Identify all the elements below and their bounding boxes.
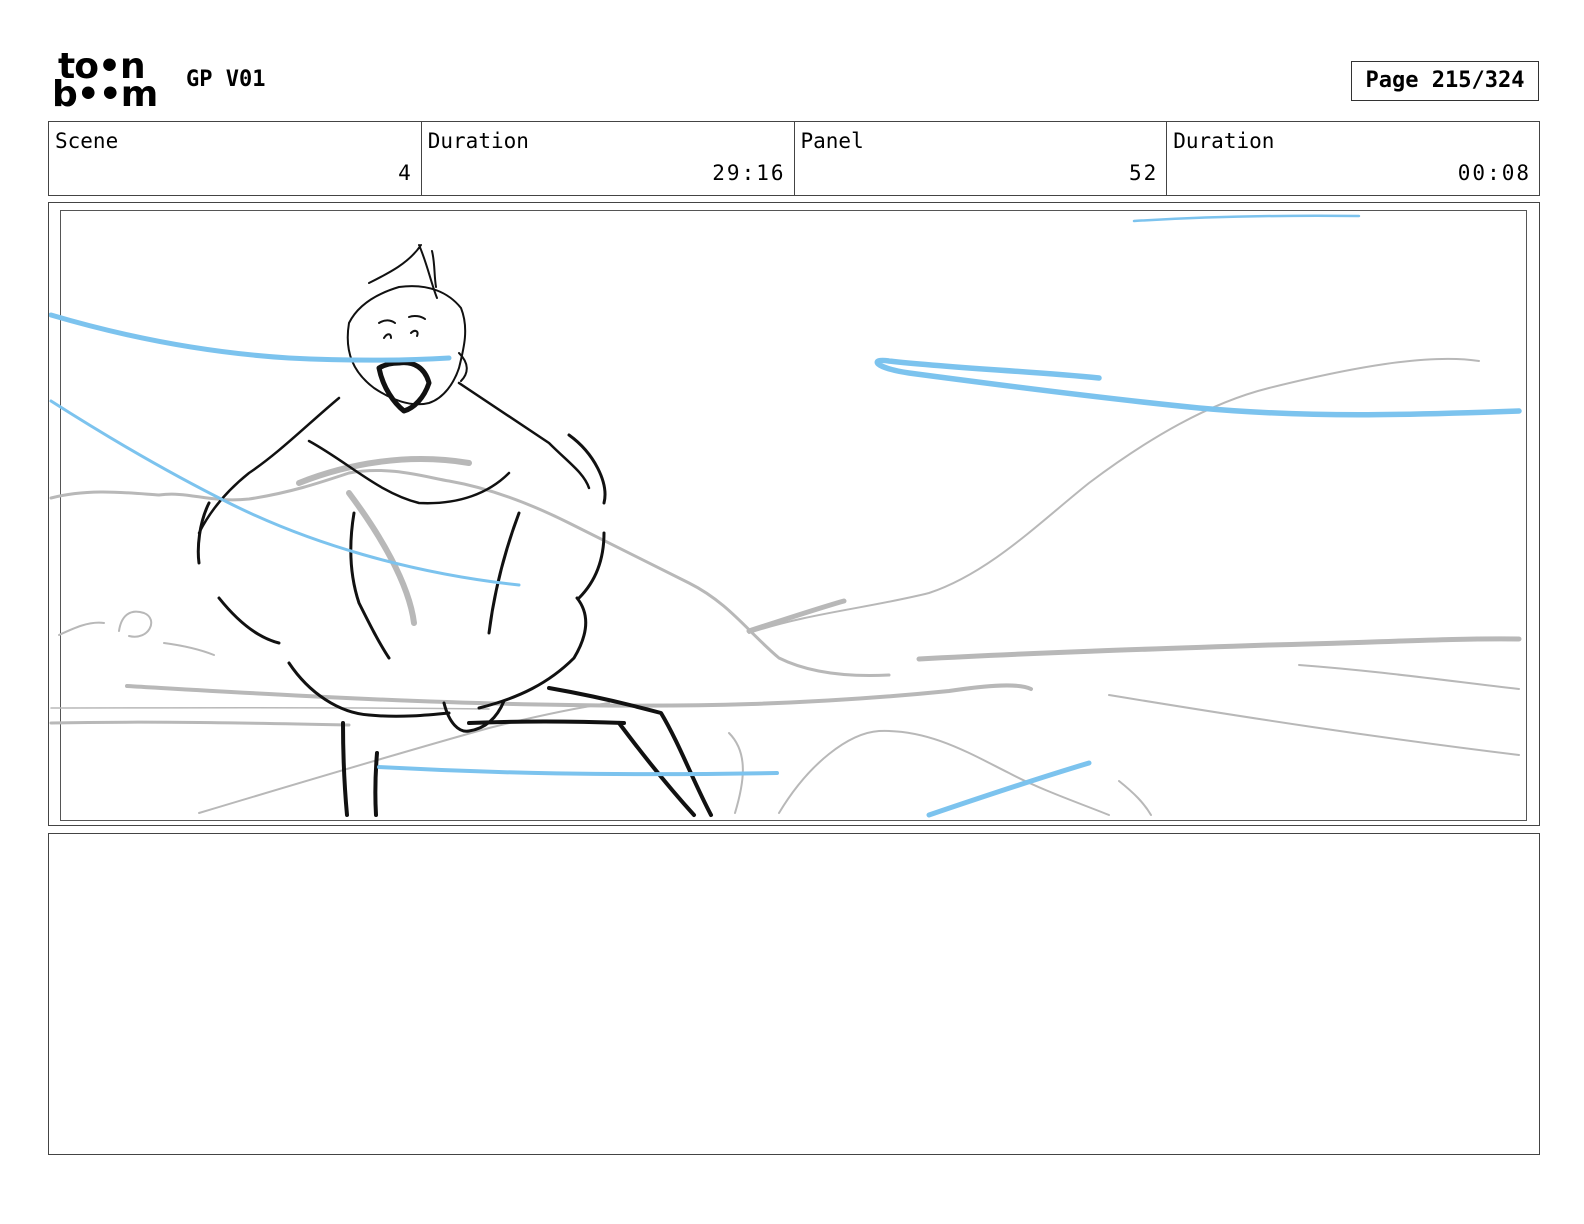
scene-duration-value: 29:16 (712, 161, 786, 185)
panel-value: 52 (1128, 161, 1159, 185)
wind-line-left (49, 312, 452, 363)
panel-label: Panel (800, 129, 864, 153)
panel-cell: Panel 52 (795, 122, 1168, 195)
panel-duration-value: 00:08 (1457, 161, 1531, 185)
scene-label: Scene (55, 129, 119, 153)
character-eyes (378, 314, 426, 339)
scene-value: 4 (398, 161, 413, 185)
ground-line-3 (50, 707, 490, 710)
scene-duration-label: Duration (427, 129, 529, 153)
character-head-tuft (368, 244, 438, 299)
wind-line-bottom-right (926, 760, 1092, 818)
scene-duration-cell: Duration 29:16 (422, 122, 795, 195)
wind-loop-right (874, 357, 1522, 418)
panel-duration-cell: Duration 00:08 (1167, 122, 1539, 195)
scene-cell: Scene 4 (49, 122, 422, 195)
page-number: Page 215/324 (1365, 68, 1525, 93)
page-number-box: Page 215/324 (1351, 61, 1539, 101)
logo-text-line-2: b••m (52, 74, 158, 115)
ground-line-2 (916, 636, 1522, 662)
project-title: GP V01 (186, 67, 266, 92)
panel-notes-box (48, 833, 1540, 1155)
panel-duration-label: Duration (1173, 129, 1275, 153)
grass-stroke (746, 598, 847, 634)
stool-seat (467, 719, 626, 725)
wind-line-bottom (377, 765, 779, 777)
storyboard-panel (48, 202, 1540, 826)
character-head (346, 285, 467, 406)
wind-line-top (1132, 214, 1361, 223)
small-bush (58, 610, 215, 656)
ground-line-4 (49, 720, 351, 727)
toonboom-logo: to•n b••m (52, 49, 164, 115)
panel-info-table: Scene 4 Duration 29:16 Panel 52 Duration… (48, 121, 1540, 196)
panel-sketch-drawing (49, 214, 1522, 818)
horizon-line-right-2 (1298, 664, 1520, 690)
mound-line-2 (1118, 780, 1152, 816)
horizon-line-right (1108, 694, 1520, 756)
diagonal-line (198, 702, 610, 814)
